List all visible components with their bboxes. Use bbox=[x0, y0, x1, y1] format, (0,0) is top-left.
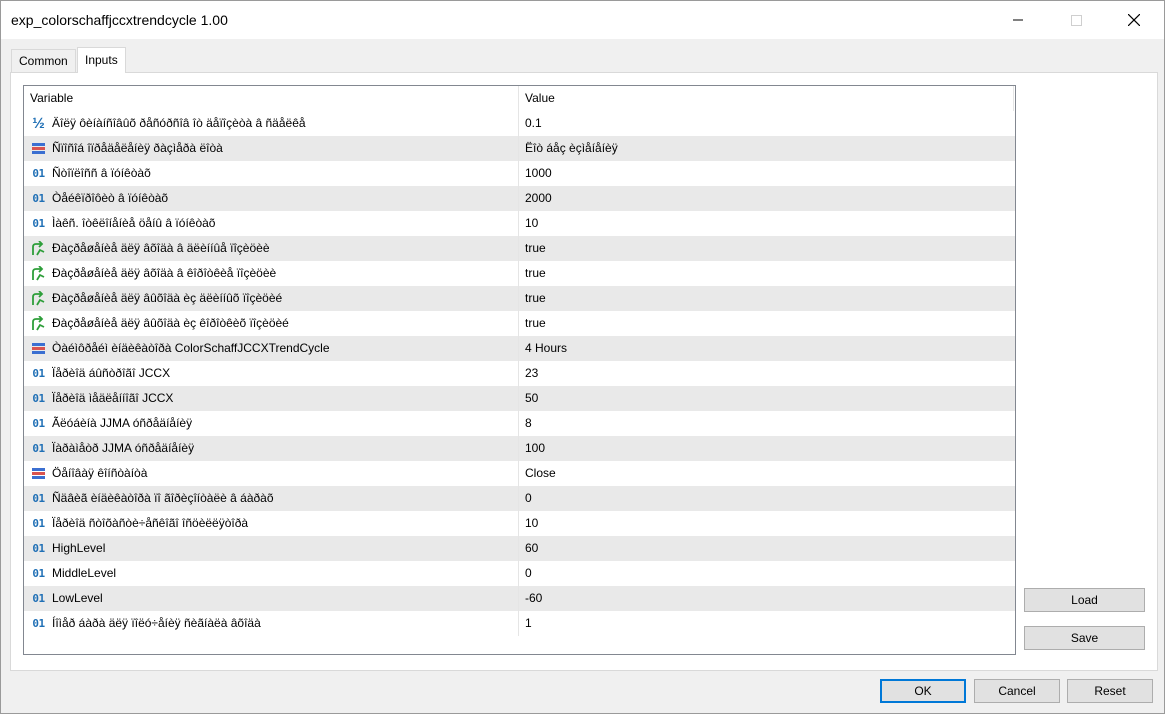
table-row[interactable]: 01 HighLevel 60 bbox=[24, 536, 1015, 561]
variable-value[interactable]: true bbox=[518, 261, 1015, 286]
table-row[interactable]: 01 Ïåðèîä áûñòðîãî JCCX 23 bbox=[24, 361, 1015, 386]
variable-value[interactable]: 1000 bbox=[518, 161, 1015, 186]
variable-value[interactable]: Close bbox=[518, 461, 1015, 486]
close-icon bbox=[1128, 14, 1140, 26]
variable-value[interactable]: -60 bbox=[518, 586, 1015, 611]
variable-name: Íîìåð áàðà äëÿ ïîëó÷åíèÿ ñèãíàëà âõîäà bbox=[52, 616, 261, 630]
minimize-button[interactable] bbox=[989, 1, 1047, 39]
column-header-variable[interactable]: Variable bbox=[24, 86, 518, 111]
dialog-window: exp_colorschaffjccxtrendcycle 1.00 Commo… bbox=[0, 0, 1165, 714]
variable-name: Ïåðèîä ñòîõàñòè÷åñêîãî îñöèëëÿòîðà bbox=[52, 516, 249, 530]
table-row[interactable]: Öåíîâàÿ êîíñòàíòà Close bbox=[24, 461, 1015, 486]
reset-button[interactable]: Reset bbox=[1067, 679, 1153, 703]
close-button[interactable] bbox=[1105, 1, 1163, 39]
table-row[interactable]: 01 LowLevel -60 bbox=[24, 586, 1015, 611]
variable-value[interactable]: true bbox=[518, 286, 1015, 311]
table-row[interactable]: Ñïîñîá îïðåäåëåíèÿ ðàçìåðà ëîòà Ëîò áåç è… bbox=[24, 136, 1015, 161]
variable-name: Òàéìôðåéì èíäèêàòîðà ColorSchaffJCCXTren… bbox=[52, 341, 330, 355]
variable-value[interactable]: 2000 bbox=[518, 186, 1015, 211]
column-header-value[interactable]: Value bbox=[519, 86, 1015, 111]
ok-button[interactable]: OK bbox=[880, 679, 966, 703]
table-row[interactable]: 01 Ñäâèã èíäèêàòîðà ïî ãîðèçîíòàëè â áàðà… bbox=[24, 486, 1015, 511]
variable-value[interactable]: 4 Hours bbox=[518, 336, 1015, 361]
variable-name: LowLevel bbox=[52, 591, 103, 605]
table-row[interactable]: 01 Ìàêñ. îòêëîíåíèå öåíû â ïóíêòàõ 10 bbox=[24, 211, 1015, 236]
inputs-panel: Variable Value ½ Äîëÿ ôèíàíñîâûõ ðåñóðñîâ… bbox=[10, 72, 1158, 671]
variable-name: Ðàçðåøåíèå äëÿ âõîäà â äëèííûå ïîçèöèè bbox=[52, 241, 270, 255]
table-header: Variable Value bbox=[24, 86, 1015, 111]
maximize-button[interactable] bbox=[1047, 1, 1105, 39]
variable-name: HighLevel bbox=[52, 541, 106, 555]
variable-name: Ïåðèîä ìåäëåííîãî JCCX bbox=[52, 391, 174, 405]
variable-name: Ðàçðåøåíèå äëÿ âûõîäà èç êîðîòêèõ ïîçèöè… bbox=[52, 316, 289, 330]
table-row[interactable]: 01 Ïåðèîä ìåäëåííîãî JCCX 50 bbox=[24, 386, 1015, 411]
column-separator[interactable] bbox=[1013, 86, 1014, 111]
table-row[interactable]: 01 Ñòîïëîññ â ïóíêòàõ 1000 bbox=[24, 161, 1015, 186]
variable-name: Ïåðèîä áûñòðîãî JCCX bbox=[52, 366, 171, 380]
variable-value[interactable]: Ëîò áåç èçìåíåíèÿ bbox=[518, 136, 1015, 161]
variable-name: Ìàêñ. îòêëîíåíèå öåíû â ïóíêòàõ bbox=[52, 216, 216, 230]
tab-inputs[interactable]: Inputs bbox=[77, 47, 126, 73]
table-row[interactable]: ½ Äîëÿ ôèíàíñîâûõ ðåñóðñîâ îò äåïîçèòà â … bbox=[24, 111, 1015, 136]
variable-name: Ñïîñîá îïðåäåëåíèÿ ðàçìåðà ëîòà bbox=[52, 141, 223, 155]
minimize-icon bbox=[1013, 19, 1023, 21]
table-row[interactable]: Òàéìôðåéì èíäèêàòîðà ColorSchaffJCCXTren… bbox=[24, 336, 1015, 361]
inputs-table: Variable Value ½ Äîëÿ ôèíàíñîâûõ ðåñóðñîâ… bbox=[23, 85, 1016, 655]
variable-name: Ðàçðåøåíèå äëÿ âûõîäà èç äëèííûõ ïîçèöèé bbox=[52, 291, 283, 305]
table-row[interactable]: 01 Ãëóáèíà JJMA óñðåäíåíèÿ 8 bbox=[24, 411, 1015, 436]
save-button[interactable]: Save bbox=[1024, 626, 1145, 650]
table-row[interactable]: Ðàçðåøåíèå äëÿ âõîäà â êîðîòêèå ïîçèöèè t… bbox=[24, 261, 1015, 286]
variable-value[interactable]: 60 bbox=[518, 536, 1015, 561]
variable-name: Äîëÿ ôèíàíñîâûõ ðåñóðñîâ îò äåïîçèòà â ñ… bbox=[52, 116, 306, 130]
variable-value[interactable]: 10 bbox=[518, 211, 1015, 236]
variable-name: Ðàçðåøåíèå äëÿ âõîäà â êîðîòêèå ïîçèöèè bbox=[52, 266, 277, 280]
table-row[interactable]: 01 MiddleLevel 0 bbox=[24, 561, 1015, 586]
table-row[interactable]: 01 Ïåðèîä ñòîõàñòè÷åñêîãî îñöèëëÿòîðà 10 bbox=[24, 511, 1015, 536]
variable-value[interactable]: 23 bbox=[518, 361, 1015, 386]
load-button[interactable]: Load bbox=[1024, 588, 1145, 612]
variable-name: Ñòîïëîññ â ïóíêòàõ bbox=[52, 166, 151, 180]
table-row[interactable]: 01 Ïàðàìåòð JJMA óñðåäíåíèÿ 100 bbox=[24, 436, 1015, 461]
variable-value[interactable]: 0.1 bbox=[518, 111, 1015, 136]
variable-name: Ãëóáèíà JJMA óñðåäíåíèÿ bbox=[52, 416, 193, 430]
table-row[interactable]: 01 Íîìåð áàðà äëÿ ïîëó÷åíèÿ ñèãíàëà âõîäà… bbox=[24, 611, 1015, 636]
variable-name: Öåíîâàÿ êîíñòàíòà bbox=[52, 466, 148, 480]
table-row[interactable]: Ðàçðåøåíèå äëÿ âûõîäà èç äëèííûõ ïîçèöèé… bbox=[24, 286, 1015, 311]
variable-value[interactable]: 100 bbox=[518, 436, 1015, 461]
variable-value[interactable]: 0 bbox=[518, 561, 1015, 586]
variable-value[interactable]: 8 bbox=[518, 411, 1015, 436]
table-row[interactable]: 01 Òåéêïðîôèò â ïóíêòàõ 2000 bbox=[24, 186, 1015, 211]
cancel-button[interactable]: Cancel bbox=[974, 679, 1060, 703]
variable-name: Ñäâèã èíäèêàòîðà ïî ãîðèçîíòàëè â áàðàõ bbox=[52, 491, 274, 505]
table-row[interactable]: Ðàçðåøåíèå äëÿ âõîäà â äëèííûå ïîçèöèè tr… bbox=[24, 236, 1015, 261]
maximize-icon bbox=[1070, 14, 1082, 26]
variable-value[interactable]: 0 bbox=[518, 486, 1015, 511]
variable-name: MiddleLevel bbox=[52, 566, 117, 580]
window-title: exp_colorschaffjccxtrendcycle 1.00 bbox=[11, 12, 228, 28]
variable-value[interactable]: 1 bbox=[518, 611, 1015, 636]
variable-value[interactable]: true bbox=[518, 311, 1015, 336]
variable-name: Ïàðàìåòð JJMA óñðåäíåíèÿ bbox=[52, 441, 195, 455]
table-row[interactable]: Ðàçðåøåíèå äëÿ âûõîäà èç êîðîòêèõ ïîçèöè… bbox=[24, 311, 1015, 336]
variable-value[interactable]: 50 bbox=[518, 386, 1015, 411]
tab-common[interactable]: Common bbox=[11, 49, 76, 72]
variable-name: Òåéêïðîôèò â ïóíêòàõ bbox=[52, 191, 169, 205]
title-bar: exp_colorschaffjccxtrendcycle 1.00 bbox=[1, 1, 1164, 39]
variable-value[interactable]: 10 bbox=[518, 511, 1015, 536]
variable-value[interactable]: true bbox=[518, 236, 1015, 261]
